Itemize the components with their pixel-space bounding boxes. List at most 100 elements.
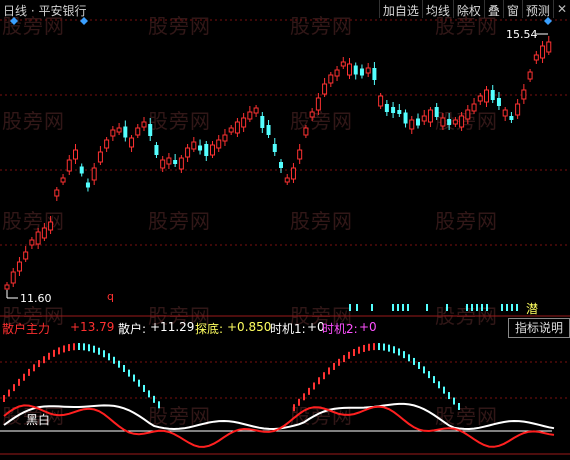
candle-body <box>148 124 153 136</box>
candle-body <box>447 119 452 125</box>
candle-body <box>253 107 259 114</box>
candle-body <box>66 159 72 172</box>
low-price-label: 11.60 <box>20 292 52 305</box>
candle-body <box>104 139 110 149</box>
retail-value: +11.29 <box>150 320 195 334</box>
bottom-value: +0.850 <box>227 320 272 334</box>
main-force-value: +13.79 <box>70 320 115 334</box>
candle-body <box>204 144 209 156</box>
candle-body <box>440 117 446 127</box>
candle-body <box>484 89 489 103</box>
candle-body <box>123 126 128 138</box>
candle-body <box>502 109 508 117</box>
candle-body <box>353 65 358 75</box>
candle-body <box>73 149 78 160</box>
candle-body <box>421 115 427 122</box>
candle-body <box>290 167 296 180</box>
candle-body <box>173 160 178 164</box>
candle-body <box>533 54 539 61</box>
timing1-label: 时机1: <box>270 322 306 336</box>
event-marker-icon[interactable] <box>544 17 552 25</box>
candle-body <box>266 125 271 135</box>
candle-body <box>347 63 352 76</box>
candle-body <box>416 118 420 126</box>
candle-body <box>397 110 402 114</box>
candle-body <box>391 107 396 113</box>
indicator-explain-button[interactable]: 指标说明 <box>508 318 570 338</box>
candle-body <box>334 69 340 77</box>
candle-body <box>496 98 501 106</box>
candle-body <box>546 41 552 53</box>
high-price-label: 15.54 <box>506 28 538 41</box>
candle-body <box>540 45 546 59</box>
candle-body <box>91 167 97 181</box>
candle-body <box>48 221 54 231</box>
candle-body <box>490 90 495 100</box>
indicator-name: 散户主力 <box>2 322 51 336</box>
candle-body <box>210 144 215 156</box>
indicator-values-row: 散户主力 +13.79 散户: +11.29 探底: +0.850 时机1: +… <box>0 318 570 336</box>
candle-body <box>79 166 84 174</box>
marker-q: q <box>107 290 114 303</box>
candle-body <box>116 127 122 133</box>
candle-body <box>409 119 415 130</box>
candle-body <box>434 107 439 117</box>
candle-body <box>29 239 35 246</box>
candle-body <box>527 71 533 80</box>
candle-body <box>129 137 135 148</box>
candle-body <box>160 159 166 169</box>
timing2-label: 时机2: <box>322 322 358 336</box>
candle-body <box>97 151 103 163</box>
grid-lines <box>0 19 570 399</box>
candle-body <box>141 121 147 128</box>
candle-body <box>471 103 477 112</box>
candle-body <box>110 129 116 137</box>
candle-body <box>4 284 10 290</box>
candle-body <box>279 162 283 168</box>
panel-label: 黑白 <box>26 413 51 427</box>
indicator-panel <box>0 343 555 448</box>
candle-body <box>241 117 247 128</box>
candle-body <box>272 144 277 152</box>
candle-body <box>260 116 265 128</box>
candle-body <box>427 109 433 123</box>
candle-body <box>191 141 197 150</box>
candle-body <box>85 182 90 188</box>
candle-body <box>166 157 172 165</box>
candle-body <box>384 104 389 112</box>
candle-body <box>154 145 159 155</box>
candle-body <box>10 271 16 284</box>
signal-ticks <box>349 304 518 311</box>
candle-body <box>178 157 184 170</box>
event-marker-icon[interactable] <box>80 17 88 25</box>
marker-tian: 潜 <box>526 302 539 316</box>
candlestick-chart[interactable] <box>0 0 570 460</box>
candle-body <box>452 119 458 125</box>
candle-body <box>365 67 371 74</box>
candle-body <box>135 127 141 136</box>
candle-body <box>23 251 29 260</box>
candle-body <box>234 121 240 134</box>
candle-body <box>185 147 191 158</box>
candle-body <box>222 134 228 142</box>
retail-label: 散户: <box>118 322 147 336</box>
candle-body <box>284 177 290 183</box>
candle-body <box>198 145 203 151</box>
event-marker-icon[interactable] <box>10 17 18 25</box>
candle-body <box>54 189 60 197</box>
bottom-label: 探底: <box>195 322 224 336</box>
timing2-value: +0 <box>359 320 377 334</box>
candle-body <box>515 103 521 116</box>
candle-body <box>228 127 234 133</box>
candle-body <box>60 177 66 183</box>
candle-body <box>328 74 334 84</box>
candles <box>4 36 552 292</box>
candle-body <box>340 61 346 67</box>
candle-body <box>465 109 471 120</box>
candle-body <box>403 112 408 124</box>
candle-body <box>309 111 315 118</box>
candle-body <box>372 68 377 80</box>
candle-body <box>359 68 364 76</box>
candle-body <box>216 139 222 149</box>
candle-body <box>16 261 22 272</box>
